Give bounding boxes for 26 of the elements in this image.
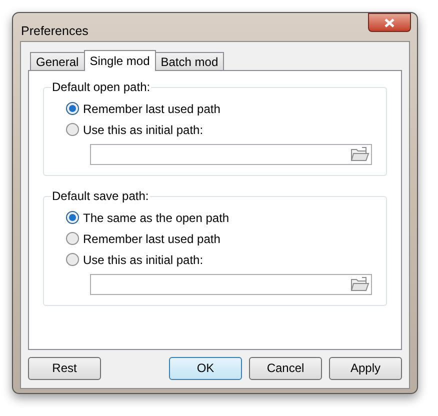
radio-label[interactable]: Remember last used path — [83, 230, 220, 248]
radio-button[interactable] — [66, 123, 79, 136]
path-field[interactable] — [90, 274, 372, 295]
folder-icon[interactable] — [350, 146, 370, 162]
dialog-button[interactable]: Rest — [28, 356, 101, 380]
radio-label[interactable]: Remember last used path — [83, 100, 220, 118]
radio-label[interactable]: The same as the open path — [83, 208, 230, 227]
window-title: Preferences — [21, 23, 88, 40]
close-button[interactable] — [368, 13, 411, 32]
dialog-button[interactable]: Cancel — [249, 356, 322, 380]
path-field[interactable] — [90, 144, 372, 165]
tab[interactable]: Single mod — [84, 50, 156, 71]
dialog-button[interactable]: OK — [169, 356, 242, 380]
radio-button[interactable] — [66, 102, 79, 116]
group-title: Default save path: — [51, 188, 150, 204]
tab[interactable]: General — [30, 52, 85, 70]
radio-button[interactable] — [66, 253, 79, 266]
group-title: Default open path: — [51, 80, 152, 95]
radio-label[interactable]: Use this as initial path: — [83, 250, 204, 269]
radio-button[interactable] — [66, 232, 79, 246]
folder-icon[interactable] — [350, 276, 370, 292]
tab[interactable]: Batch mod — [154, 52, 224, 70]
radio-label[interactable]: Use this as initial path: — [83, 120, 204, 139]
dialog-button[interactable]: Apply — [329, 356, 402, 380]
radio-button[interactable] — [66, 211, 79, 224]
close-icon — [384, 18, 395, 28]
